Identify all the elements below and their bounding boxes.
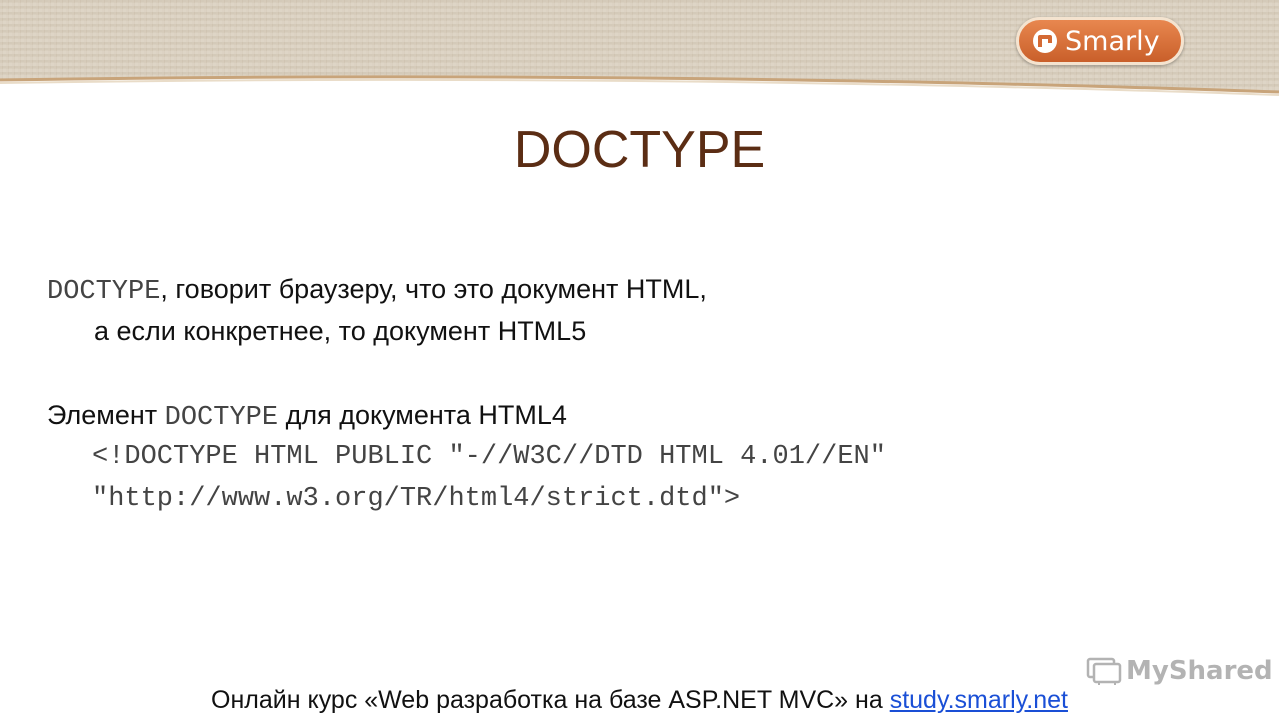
footer: Онлайн курс «Web разработка на базе ASP.… (0, 684, 1279, 716)
paragraph-2-line-1: Элемент DOCTYPE для документа HTML4 (47, 396, 567, 437)
myshared-watermark: MyShared (1086, 656, 1273, 686)
footer-text: Онлайн курс «Web разработка на базе ASP.… (211, 686, 890, 714)
slide: Smarly DOCTYPE DOCTYPE, говорит браузеру… (0, 0, 1279, 720)
smarly-logo-text: Smarly (1065, 25, 1160, 57)
footer-link[interactable]: study.smarly.net (890, 686, 1068, 714)
paragraph-1-line-1: DOCTYPE, говорит браузеру, что это докум… (47, 270, 707, 311)
code-line-1: <!DOCTYPE HTML PUBLIC "-//W3C//DTD HTML … (92, 442, 886, 472)
paragraph-2-suffix: для документа HTML4 (278, 400, 567, 430)
smarly-logo-icon (1033, 29, 1057, 53)
slide-title: DOCTYPE (513, 121, 766, 179)
myshared-text: MyShared (1126, 656, 1273, 686)
paragraph-1-line-2: а если конкретнее, то документ HTML5 (94, 316, 587, 346)
paragraph-1-text: , говорит браузеру, что это документ HTM… (160, 274, 707, 304)
paragraph-2-prefix: Элемент (47, 400, 165, 430)
code-line-2: "http://www.w3.org/TR/html4/strict.dtd"> (92, 484, 741, 514)
smarly-logo[interactable]: Smarly (1016, 17, 1184, 65)
term-doctype: DOCTYPE (47, 277, 161, 307)
term-doctype-2: DOCTYPE (164, 403, 279, 433)
myshared-icon (1086, 657, 1122, 685)
